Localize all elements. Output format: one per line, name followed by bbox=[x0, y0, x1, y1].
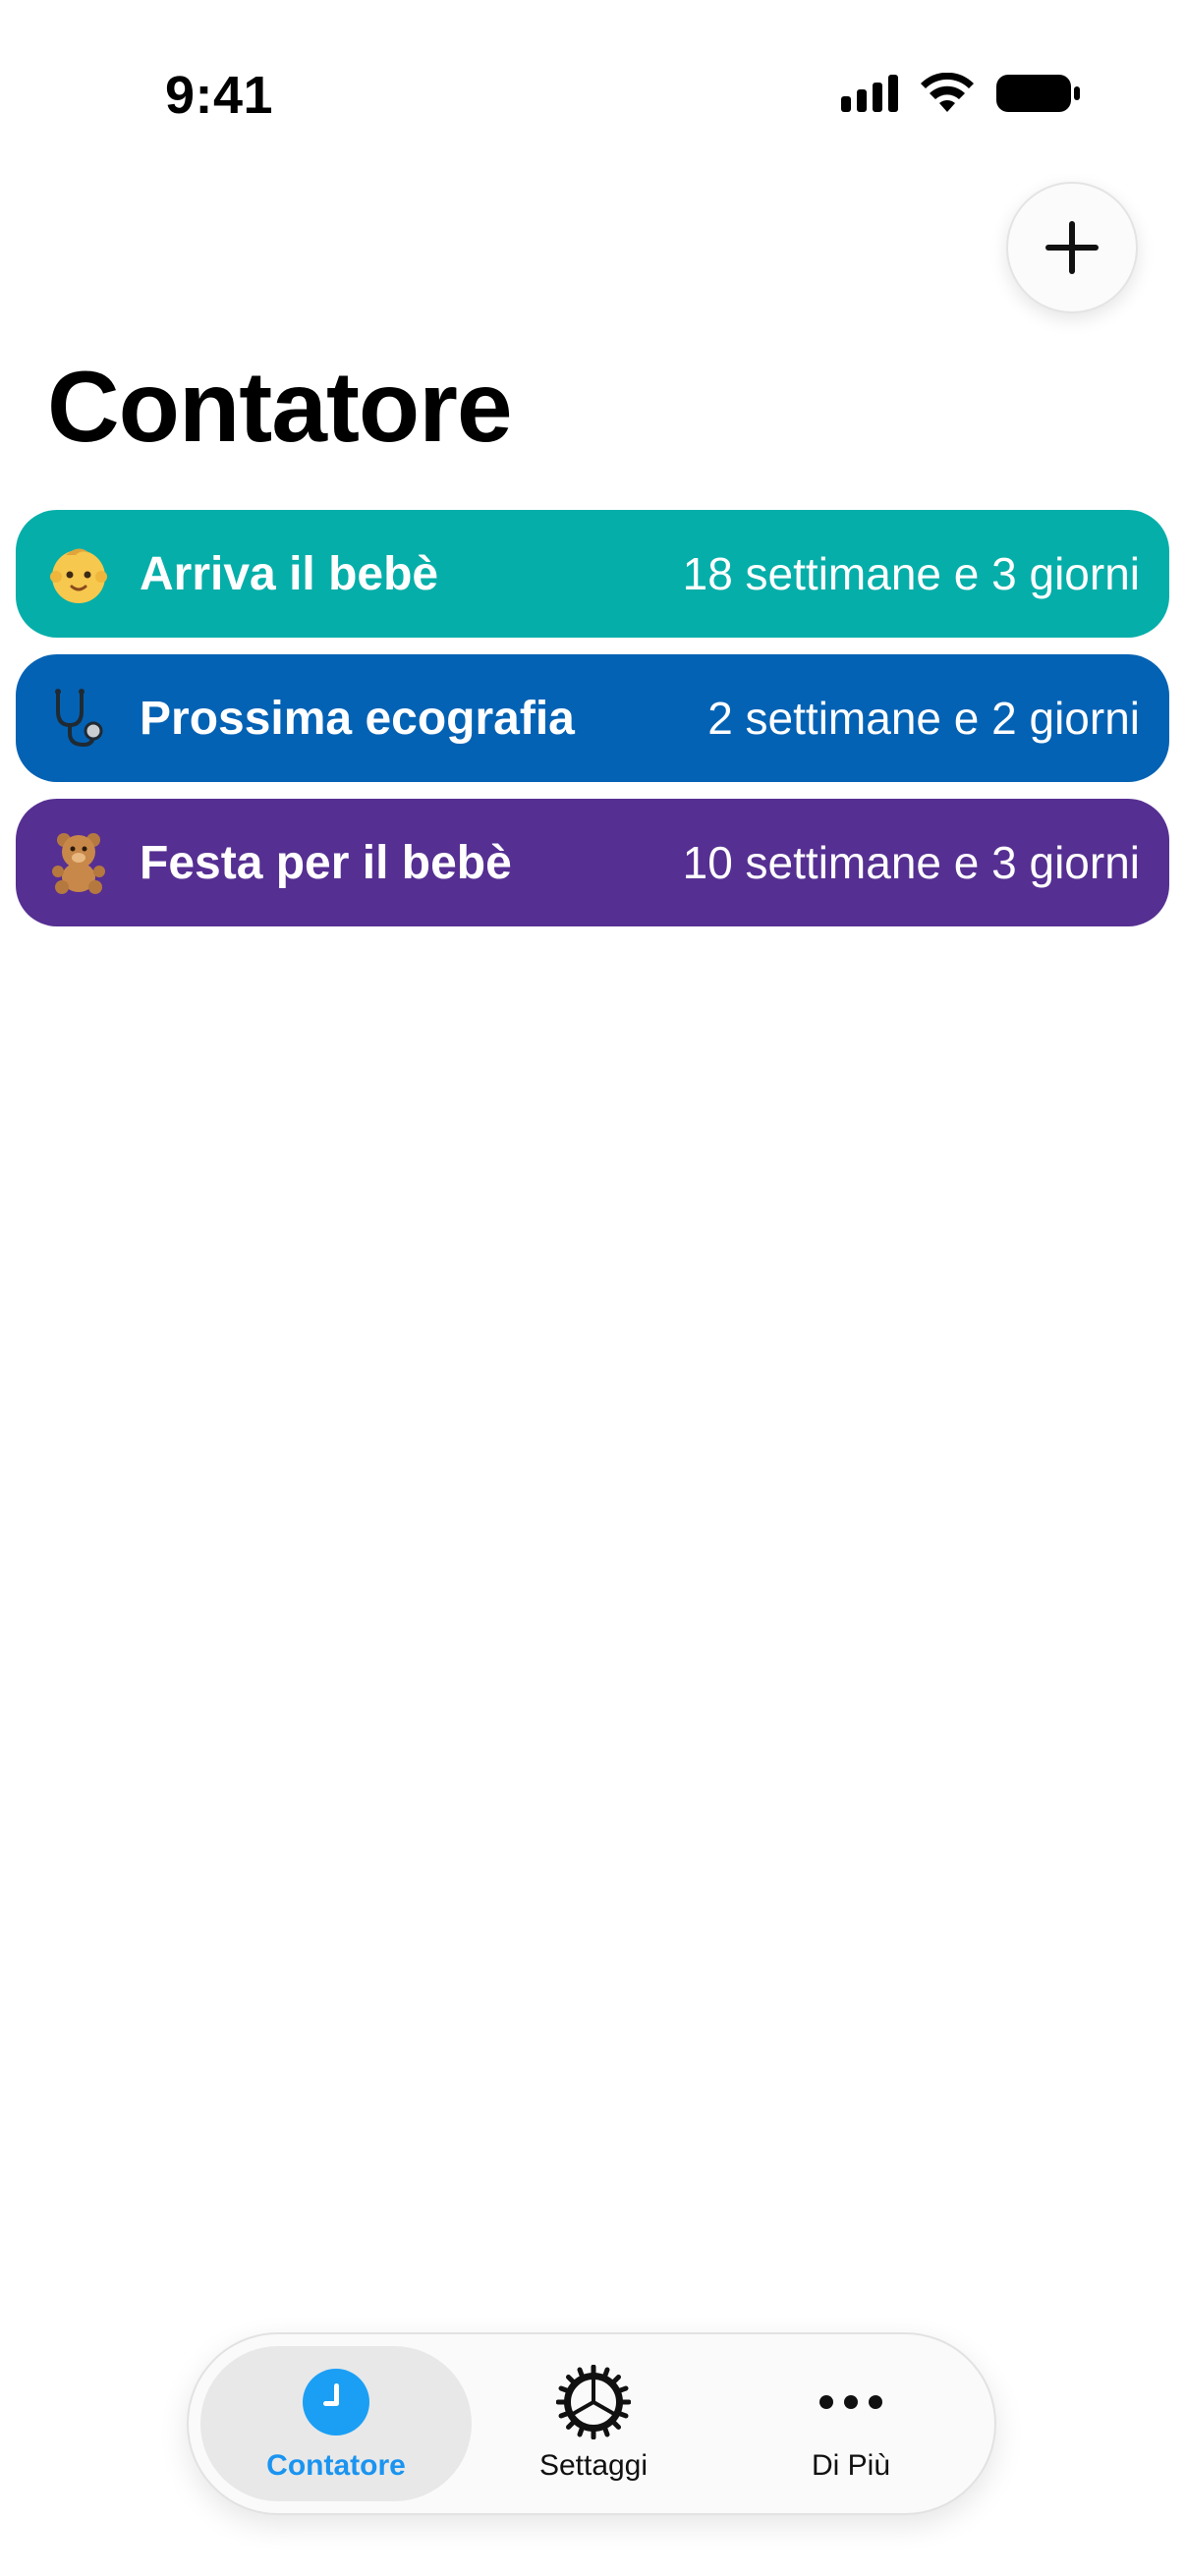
countdown-remaining: 2 settimane e 2 giorni bbox=[707, 693, 1140, 744]
status-icons bbox=[841, 73, 1081, 114]
stethoscope-icon bbox=[43, 683, 114, 754]
tab-label: Di Più bbox=[811, 2449, 891, 2482]
countdown-card-baby-arrival[interactable]: Arriva il bebè 18 settimane e 3 giorni bbox=[16, 510, 1169, 638]
tab-label: Contatore bbox=[266, 2449, 406, 2482]
plus-icon bbox=[1045, 221, 1099, 274]
countdown-title: Arriva il bebè bbox=[140, 547, 439, 600]
add-countdown-button[interactable] bbox=[1006, 182, 1138, 313]
clock-icon bbox=[299, 2365, 373, 2439]
countdown-title: Prossima ecografia bbox=[140, 692, 575, 745]
tab-contatore[interactable]: Contatore bbox=[200, 2346, 472, 2501]
gear-icon bbox=[556, 2365, 631, 2439]
tab-label: Settaggi bbox=[538, 2449, 649, 2482]
countdown-card-ultrasound[interactable]: Prossima ecografia 2 settimane e 2 giorn… bbox=[16, 654, 1169, 782]
tab-settaggi[interactable]: Settaggi bbox=[458, 2346, 729, 2501]
countdown-card-baby-shower[interactable]: Festa per il bebè 10 settimane e 3 giorn… bbox=[16, 799, 1169, 926]
baby-emoji-icon bbox=[43, 538, 114, 609]
tab-bar: Contatore Settaggi Di Più bbox=[187, 2332, 996, 2515]
status-time: 9:41 bbox=[165, 66, 274, 125]
countdown-remaining: 10 settimane e 3 giorni bbox=[682, 837, 1140, 888]
battery-icon bbox=[996, 75, 1080, 112]
page-title: Contatore bbox=[47, 351, 513, 463]
cellular-signal-icon bbox=[841, 75, 898, 112]
countdown-title: Festa per il bebè bbox=[140, 836, 512, 889]
teddy-bear-icon bbox=[43, 827, 114, 898]
wifi-icon bbox=[921, 73, 974, 112]
tab-di-piu[interactable]: Di Più bbox=[715, 2346, 987, 2501]
ellipsis-icon bbox=[814, 2365, 888, 2439]
screen: 9:41 Contatore Arriva il bebè 18 settima… bbox=[0, 0, 1185, 2576]
countdown-remaining: 18 settimane e 3 giorni bbox=[682, 548, 1140, 599]
